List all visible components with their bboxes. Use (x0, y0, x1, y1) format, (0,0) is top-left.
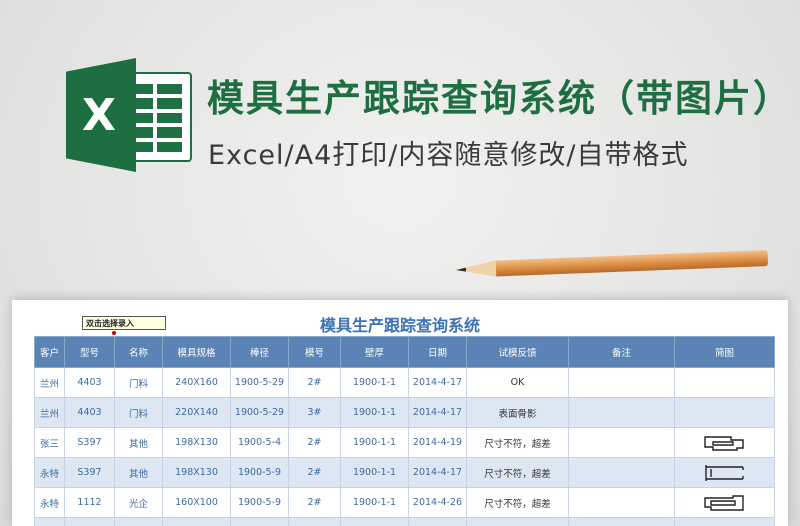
table-cell[interactable]: 220X140 (162, 397, 231, 428)
pencil-tip (456, 260, 497, 278)
table-cell[interactable]: 1900-1-1 (340, 427, 409, 458)
table-cell[interactable] (568, 397, 675, 428)
table-cell[interactable]: 198X130 (162, 427, 231, 458)
table-cell[interactable]: 1900-5-29 (230, 397, 289, 428)
table-cell[interactable]: 1900-5-29 (230, 367, 289, 398)
table-cell[interactable] (674, 397, 775, 428)
table-cell[interactable]: 1112 (64, 517, 115, 526)
page-title: 模具生产跟踪查询系统（带图片） (207, 77, 792, 120)
table-cell[interactable]: 2# (288, 487, 341, 518)
table-cell[interactable]: 其他 (114, 457, 163, 488)
table-cell[interactable] (568, 457, 675, 488)
table-header-row: 客户 型号 名称 模具规格 棒径 模号 壁厚 日期 试模反馈 备注 简图 (34, 336, 775, 368)
comment-indicator (112, 331, 116, 335)
table-cell[interactable]: 178X130 (162, 517, 231, 526)
table-cell[interactable]: 其他 (114, 427, 163, 458)
page-subtitle: Excel/A4打印/内容随意修改/自带格式 (208, 140, 689, 171)
excel-letter: X (82, 89, 116, 141)
table-cell[interactable]: 240X160 (162, 367, 231, 398)
table-cell[interactable]: 2014-4-17 (408, 397, 467, 428)
table-cell[interactable]: 1900-1-1 (340, 487, 409, 518)
column-header[interactable]: 客户 (34, 336, 65, 368)
table-cell[interactable]: 1900-5-9 (230, 457, 289, 488)
table-cell[interactable]: 1900-5-9 (230, 487, 289, 518)
table-cell[interactable]: 1900-1-1 (340, 397, 409, 428)
table-cell[interactable]: 门料 (114, 367, 163, 398)
table-cell[interactable] (568, 367, 675, 398)
table-cell[interactable] (568, 517, 675, 526)
table-cell[interactable] (568, 487, 675, 518)
excel-icon: X (66, 58, 136, 172)
table-cell[interactable]: 永特 (34, 487, 65, 518)
table-cell[interactable]: 198X130 (162, 457, 231, 488)
table-cell[interactable]: 2014-4-17 (408, 457, 467, 488)
pencil-body (495, 250, 769, 277)
table-cell[interactable]: 2# (288, 427, 341, 458)
table-cell[interactable]: 1900-6-26 (230, 517, 289, 526)
column-header[interactable]: 备注 (568, 336, 675, 368)
table-cell[interactable] (288, 517, 341, 526)
table-cell[interactable]: OK (466, 367, 569, 398)
sketch-image-cell[interactable] (674, 457, 775, 488)
table-cell[interactable]: 门料 (114, 397, 163, 428)
table-cell[interactable]: 4403 (64, 367, 115, 398)
table-row: 永特1112 178X1301900-6-26 2014-3-13OK (34, 517, 775, 526)
table-cell[interactable]: 2014-3-13 (408, 517, 467, 526)
column-header[interactable]: 名称 (114, 336, 163, 368)
column-header[interactable]: 棒径 (230, 336, 289, 368)
table-row: 永特 S397 其他 198X130 1900-5-9 2# 1900-1-1 2014-4-… (34, 457, 775, 488)
table-cell[interactable]: 1900-1-1 (340, 367, 409, 398)
table-cell[interactable]: 2014-4-26 (408, 487, 467, 518)
table-cell[interactable]: 兰州 (34, 367, 65, 398)
table-cell[interactable]: S397 (64, 427, 115, 458)
profile-sketch-icon (703, 435, 744, 451)
table-cell[interactable]: 1900-5-4 (230, 427, 289, 458)
table-row: 张三 S397 其他 198X130 1900-5-4 2# 1900-1-1 2014-4-… (34, 427, 775, 458)
table-cell[interactable]: 张三 (34, 427, 65, 458)
table-cell[interactable] (674, 367, 775, 398)
table-row: 永特 1112 光企 160X100 1900-5-9 2# 1900-1-1 2014-4-… (34, 487, 775, 518)
table-cell[interactable] (568, 427, 675, 458)
table-cell[interactable] (340, 517, 409, 526)
table-cell[interactable]: 尺寸不符，超差 (466, 487, 569, 518)
table-cell[interactable]: 表面骨影 (466, 397, 569, 428)
profile-sketch-icon (704, 464, 744, 481)
table-cell[interactable]: 永特 (34, 457, 65, 488)
column-header[interactable]: 壁厚 (340, 336, 409, 368)
column-header[interactable]: 模号 (288, 336, 341, 368)
table-cell[interactable]: 永特 (34, 517, 65, 526)
pencil-decoration (456, 250, 769, 278)
column-header[interactable]: 简图 (674, 336, 775, 368)
column-header[interactable]: 模具规格 (162, 336, 231, 368)
sketch-image-cell[interactable] (674, 427, 775, 458)
table-cell[interactable]: OK (466, 517, 569, 526)
spreadsheet-preview: 模具生产跟踪查询系统 双击选择录入 客户 型号 名称 模具规格 棒径 模号 壁厚 日期 试模反馈… (12, 300, 788, 526)
table-cell[interactable]: 3# (288, 397, 341, 428)
column-header[interactable]: 日期 (408, 336, 467, 368)
table-cell[interactable]: 1900-1-1 (340, 457, 409, 488)
table-row: 兰州 4403 门料 240X160 1900-5-29 2# 1900-1-1 2014-4… (34, 367, 775, 398)
table-row: 兰州 4403 门料 220X140 1900-5-29 3# 1900-1-1 2014-4… (34, 397, 775, 428)
column-header[interactable]: 试模反馈 (466, 336, 569, 368)
table-cell[interactable] (674, 517, 775, 526)
excel-logo: X (66, 58, 194, 172)
table-cell[interactable]: 光企 (114, 487, 163, 518)
profile-sketch-icon (703, 494, 744, 511)
table-cell[interactable] (114, 517, 163, 526)
table-cell[interactable]: 尺寸不符，超差 (466, 457, 569, 488)
sketch-image-cell[interactable] (674, 487, 775, 518)
cell-comment-note: 双击选择录入 (82, 316, 166, 330)
table-cell[interactable]: 尺寸不符，超差 (466, 427, 569, 458)
column-header[interactable]: 型号 (64, 336, 115, 368)
table-cell[interactable]: 4403 (64, 397, 115, 428)
table-cell[interactable]: 兰州 (34, 397, 65, 428)
table-cell[interactable]: 2# (288, 457, 341, 488)
data-table: 客户 型号 名称 模具规格 棒径 模号 壁厚 日期 试模反馈 备注 简图 兰州 4403 门料 240X1… (34, 336, 775, 526)
table-cell[interactable]: 1112 (64, 487, 115, 518)
table-cell[interactable]: 160X100 (162, 487, 231, 518)
table-cell[interactable]: 2014-4-17 (408, 367, 467, 398)
table-cell[interactable]: 2014-4-19 (408, 427, 467, 458)
table-cell[interactable]: 2# (288, 367, 341, 398)
table-cell[interactable]: S397 (64, 457, 115, 488)
